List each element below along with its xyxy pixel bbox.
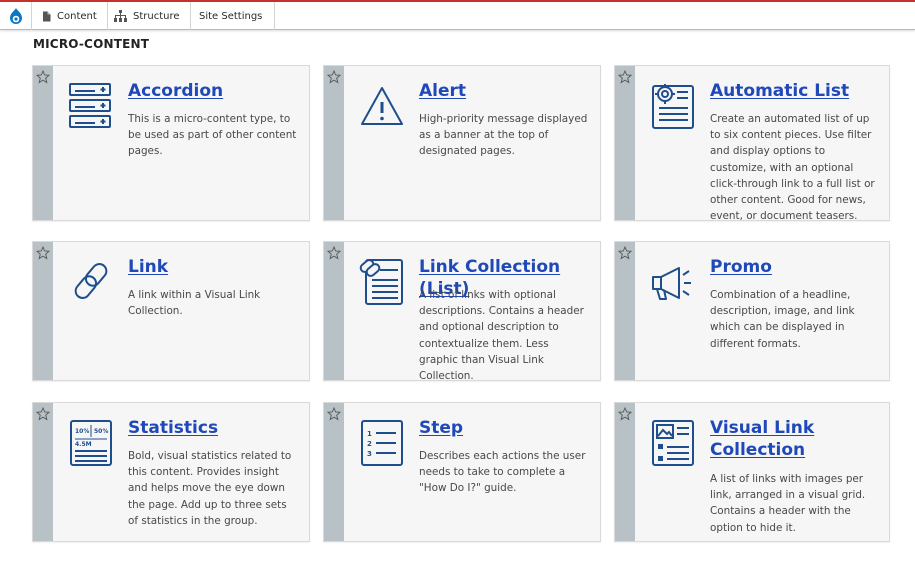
alert-triangle-icon [361, 87, 403, 125]
stat-value: 4.5M [75, 441, 92, 448]
favorite-star-icon[interactable] [618, 70, 632, 84]
card-title-link[interactable]: Alert [419, 80, 592, 102]
visual-link-collection-icon [652, 420, 694, 466]
document-icon [43, 11, 51, 21]
card-promo[interactable]: Promo Combination of a headline, descrip… [614, 241, 890, 381]
card-description: Create an automated list of up to six co… [710, 113, 875, 223]
svg-text:1: 1 [367, 430, 372, 438]
card-title-link[interactable]: Step [419, 417, 592, 439]
card-title-link[interactable]: Accordion [128, 80, 301, 102]
toolbar-content-label: Content [57, 10, 97, 22]
favorite-star-icon[interactable] [327, 246, 341, 260]
card-stripe [615, 403, 635, 541]
admin-toolbar: Content Structure Site Settings [0, 0, 915, 30]
chain-link-icon [74, 263, 108, 299]
card-stripe [33, 403, 53, 541]
favorite-star-icon[interactable] [618, 407, 632, 421]
card-statistics[interactable]: 10% 50% 4.5M Statistics Bold, visual sta… [32, 402, 310, 542]
favorite-star-icon[interactable] [327, 70, 341, 84]
card-description: A list of links with optional descriptio… [419, 289, 584, 383]
card-description: A link within a Visual Link Collection. [128, 289, 261, 318]
card-accordion[interactable]: Accordion This is a micro-content type, … [32, 65, 310, 221]
card-automatic-list[interactable]: Automatic List Create an automated list … [614, 65, 890, 223]
card-stripe [324, 242, 344, 380]
card-visual-link-collection[interactable]: Visual Link Collection A list of links w… [614, 402, 890, 542]
card-description: Describes each actions the user needs to… [419, 450, 586, 495]
section-title: MICRO-CONTENT [33, 37, 150, 51]
card-description: Combination of a headline, description, … [710, 289, 855, 350]
statistics-icon: 10% 50% 4.5M [70, 420, 112, 466]
favorite-star-icon[interactable] [36, 70, 50, 84]
drupal-logo-icon[interactable] [0, 2, 32, 30]
card-description: Bold, visual statistics related to this … [128, 450, 292, 527]
card-stripe [324, 66, 344, 220]
card-link-collection[interactable]: Link Collection (List) A list of links w… [323, 241, 601, 383]
card-step[interactable]: 1 2 3 Step Describes each actions the us… [323, 402, 601, 542]
card-link[interactable]: Link A link within a Visual Link Collect… [32, 241, 310, 381]
card-title-link[interactable]: Automatic List [710, 80, 881, 102]
card-stripe [33, 66, 53, 220]
automatic-list-icon [652, 84, 694, 129]
card-description: A list of links with images per link, ar… [710, 473, 866, 534]
card-stripe [33, 242, 53, 380]
card-alert[interactable]: Alert High-priority message displayed as… [323, 65, 601, 221]
sitemap-icon [114, 10, 127, 22]
card-description: This is a micro-content type, to be used… [128, 113, 297, 158]
card-title-link[interactable]: Visual Link Collection [710, 417, 881, 461]
link-collection-icon [359, 259, 403, 305]
favorite-star-icon[interactable] [36, 407, 50, 421]
accordion-icon [69, 83, 111, 128]
card-title-link[interactable]: Promo [710, 256, 881, 278]
toolbar-site-settings-link[interactable]: Site Settings [187, 2, 276, 30]
favorite-star-icon[interactable] [618, 246, 632, 260]
card-stripe [615, 66, 635, 220]
favorite-star-icon[interactable] [36, 246, 50, 260]
megaphone-icon [652, 267, 691, 300]
favorite-star-icon[interactable] [327, 407, 341, 421]
toolbar-site-settings-label: Site Settings [199, 10, 263, 22]
svg-text:2: 2 [367, 440, 372, 448]
card-stripe [324, 403, 344, 541]
card-stripe [615, 242, 635, 380]
card-title-link[interactable]: Statistics [128, 417, 301, 439]
svg-text:3: 3 [367, 450, 372, 458]
toolbar-content-link[interactable]: Content [32, 2, 108, 30]
card-description: High-priority message displayed as a ban… [419, 113, 588, 158]
stat-value: 50% [94, 428, 108, 435]
numbered-steps-icon: 1 2 3 [361, 420, 403, 466]
toolbar-structure-label: Structure [133, 10, 180, 22]
card-title-link[interactable]: Link [128, 256, 301, 278]
toolbar-structure-link[interactable]: Structure [104, 2, 191, 30]
stat-value: 10% [75, 428, 89, 435]
